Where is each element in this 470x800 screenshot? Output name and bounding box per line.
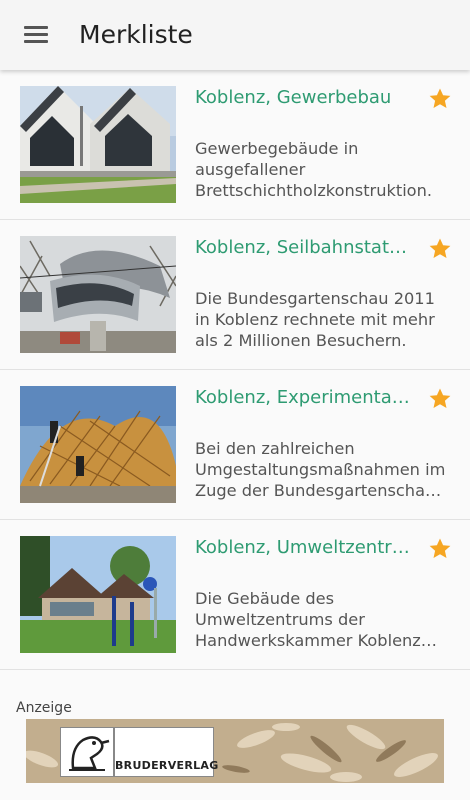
bird-logo-icon bbox=[60, 727, 114, 777]
item-title[interactable]: Koblenz, Gewerbebau bbox=[195, 86, 410, 110]
star-icon[interactable] bbox=[428, 537, 452, 561]
item-title[interactable]: Koblenz, Experimentalbau bbox=[195, 386, 410, 410]
cable-car-station-photo bbox=[20, 236, 176, 353]
modern-commercial-building-photo bbox=[20, 86, 176, 203]
item-description: Die Gebäude des Umweltzentrums der Handw… bbox=[195, 589, 421, 650]
list-item[interactable]: Koblenz, Experimentalbau Bei den zahlrei… bbox=[0, 370, 470, 520]
favorites-list: Koblenz, Gewerbebau Gewerbegebäude in au… bbox=[0, 70, 470, 670]
app-bar: Merkliste bbox=[0, 0, 470, 70]
ad-banner[interactable]: BRUDERVERLAG bbox=[26, 719, 444, 783]
ad-brand-text: BRUDERVERLAG bbox=[115, 759, 219, 772]
timber-dome-construction-photo bbox=[20, 386, 176, 503]
item-title[interactable]: Koblenz, Umweltzentrum bbox=[195, 536, 410, 560]
star-icon[interactable] bbox=[428, 387, 452, 411]
list-item[interactable]: Koblenz, Seilbahnstation Die Bundesgarte… bbox=[0, 220, 470, 370]
list-item[interactable]: Koblenz, Umweltzentrum Die Gebäude des U… bbox=[0, 520, 470, 670]
ad-brand-box: BRUDERVERLAG bbox=[114, 727, 219, 777]
page-title: Merkliste bbox=[79, 20, 193, 49]
item-description: Bei den zahlreichen Umgestaltungsmaßnahm… bbox=[195, 439, 446, 500]
item-title[interactable]: Koblenz, Seilbahnstation bbox=[195, 236, 410, 260]
star-icon[interactable] bbox=[428, 87, 452, 111]
environmental-center-buildings-photo bbox=[20, 536, 176, 653]
star-icon[interactable] bbox=[428, 237, 452, 261]
hamburger-menu-icon[interactable] bbox=[18, 18, 54, 52]
ad-label: Anzeige bbox=[16, 700, 72, 716]
item-description: Gewerbegebäude in ausgefallener Brettsch… bbox=[195, 139, 432, 200]
list-item[interactable]: Koblenz, Gewerbebau Gewerbegebäude in au… bbox=[0, 70, 470, 220]
item-description: Die Bundesgartenschau 2011 in Koblenz re… bbox=[195, 289, 435, 350]
